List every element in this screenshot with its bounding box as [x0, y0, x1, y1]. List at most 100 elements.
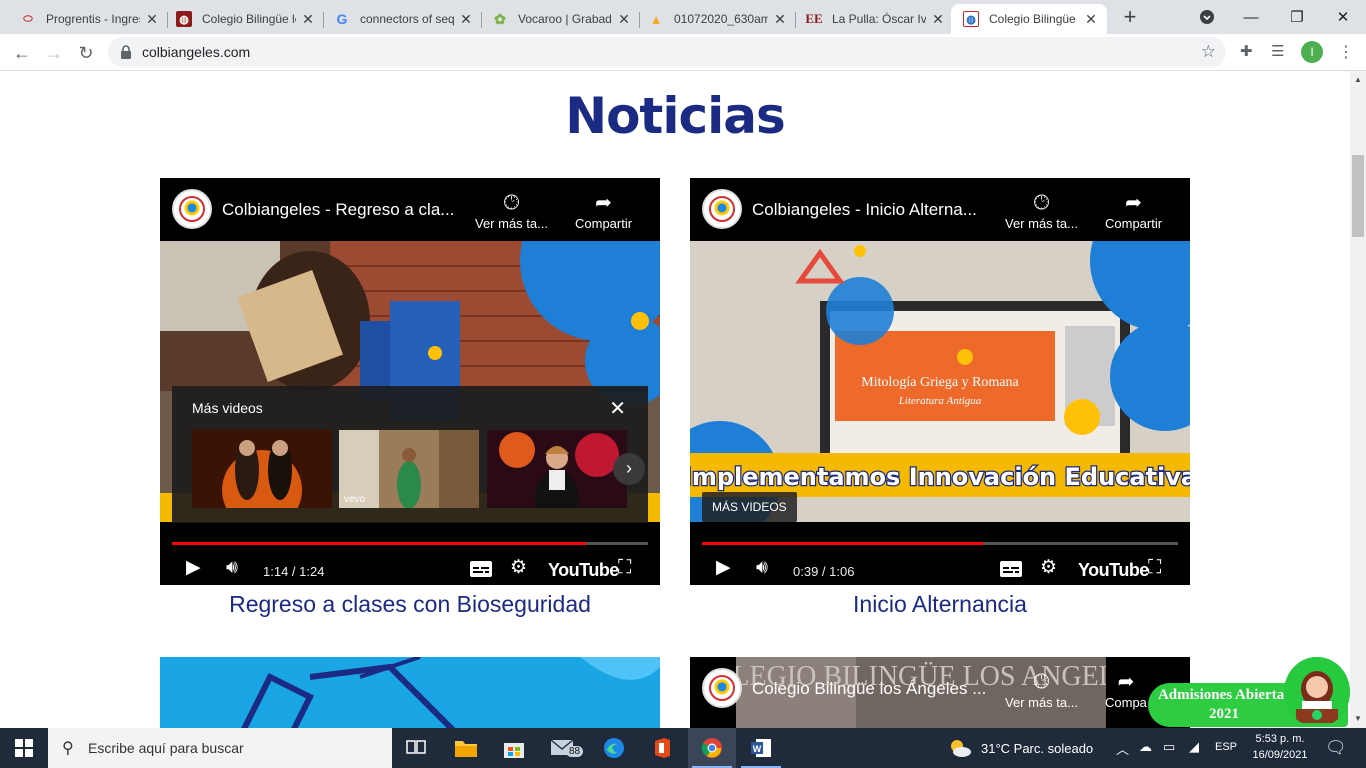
tab-vocaroo[interactable]: ✿ Vocaroo | Grabador ✕: [480, 4, 640, 34]
progress-bar[interactable]: [702, 542, 1178, 545]
tab-progrentis[interactable]: ⬭ Progrentis - Ingreso ✕: [8, 4, 168, 34]
office-icon[interactable]: [638, 728, 686, 768]
menu-dots-icon[interactable]: ⋮: [1338, 42, 1354, 62]
more-videos-button[interactable]: MÁS VIDEOS: [702, 492, 797, 522]
fullscreen-icon[interactable]: ⛶: [1148, 558, 1161, 578]
page-scrollbar[interactable]: ▲ ▼: [1350, 71, 1366, 728]
close-tab-icon[interactable]: ✕: [300, 11, 316, 27]
chevron-right-icon[interactable]: ›: [613, 453, 645, 485]
video-title[interactable]: Colbiangeles - Regreso a cla...: [222, 200, 454, 220]
clock[interactable]: 5:53 p. m. 16/09/2021: [1240, 731, 1320, 763]
tab-google[interactable]: G connectors of sequence ✕: [322, 4, 482, 34]
forward-arrow-icon[interactable]: →: [40, 39, 68, 67]
close-icon[interactable]: ✕: [609, 396, 626, 421]
battery-icon[interactable]: ▭: [1163, 739, 1175, 755]
windows-start-icon[interactable]: [0, 728, 48, 768]
video-title[interactable]: Colegio Bilingüe los Ángeles ...: [752, 679, 986, 699]
media-control-icon[interactable]: ☰: [1271, 42, 1284, 60]
word-icon[interactable]: W: [737, 728, 785, 768]
address-bar[interactable]: colbiangeles.com ☆: [108, 37, 1226, 67]
close-window-button[interactable]: ✕: [1320, 0, 1366, 34]
tab-lapulla[interactable]: EE La Pulla: Óscar Iván ✕: [794, 4, 954, 34]
subtitles-icon[interactable]: [470, 561, 492, 582]
watch-later-button[interactable]: 🕑︎ Ver más ta...: [475, 190, 548, 231]
chevron-up-icon[interactable]: ︿: [1116, 739, 1129, 758]
video-player-2[interactable]: Mitología Griega y Romana Literatura Ant…: [690, 178, 1190, 585]
weather-text[interactable]: 31°C Parc. soleado: [981, 741, 1093, 756]
web-page: Noticias Colbiangeles - Regreso a cla...: [0, 71, 1350, 728]
svg-text:W: W: [753, 744, 762, 754]
play-icon[interactable]: ▶: [186, 558, 201, 578]
progress-bar[interactable]: [172, 542, 648, 545]
fullscreen-icon[interactable]: ⛶: [618, 558, 631, 578]
scroll-down-icon[interactable]: ▼: [1354, 714, 1362, 723]
suggested-video-thumbnail[interactable]: vevo: [339, 430, 479, 508]
close-tab-icon[interactable]: ✕: [772, 11, 788, 27]
mail-icon[interactable]: 88: [540, 728, 588, 768]
reload-icon[interactable]: ↻: [72, 39, 100, 67]
profile-avatar[interactable]: I: [1301, 41, 1323, 63]
volume-icon[interactable]: 🔊︎: [756, 558, 768, 578]
restore-button[interactable]: ❐: [1274, 0, 1320, 34]
share-button[interactable]: ➦ Compa: [1105, 669, 1147, 710]
new-tab-button[interactable]: +: [1119, 6, 1141, 28]
subtitles-icon[interactable]: [1000, 561, 1022, 582]
tab-colegio-1[interactable]: ◍ Colegio Bilingüe los Ángeles ✕: [164, 4, 324, 34]
back-arrow-icon[interactable]: ←: [8, 39, 36, 67]
notifications-icon[interactable]: 🗨︎: [1325, 738, 1347, 758]
task-view-icon[interactable]: [392, 728, 440, 768]
tab-strip: ⬭ Progrentis - Ingreso ✕ ◍ Colegio Bilin…: [0, 0, 1366, 34]
taskbar-search-box[interactable]: ⚲ Escribe aquí para buscar: [48, 728, 392, 768]
channel-avatar[interactable]: [172, 189, 212, 229]
onedrive-cloud-icon[interactable]: ☁: [1139, 739, 1152, 755]
tab-file[interactable]: ▲ 01072020_630am ✕: [636, 4, 796, 34]
minimize-button[interactable]: —: [1228, 0, 1274, 34]
volume-icon[interactable]: 🔊︎: [226, 558, 238, 578]
scrollbar-thumb[interactable]: [1352, 155, 1364, 237]
share-button[interactable]: ➦ Compartir: [1105, 190, 1162, 231]
play-icon[interactable]: ▶: [716, 558, 731, 578]
google-icon: G: [336, 11, 348, 27]
close-tab-icon[interactable]: ✕: [930, 11, 946, 27]
youtube-logo[interactable]: YouTube: [548, 560, 619, 581]
settings-gear-icon[interactable]: ⚙: [510, 558, 527, 578]
language-indicator[interactable]: ESP: [1215, 741, 1237, 753]
edge-icon[interactable]: [590, 728, 638, 768]
youtube-logo[interactable]: YouTube: [1078, 560, 1149, 581]
clock-icon: 🕑︎: [503, 192, 520, 214]
video-caption[interactable]: Inicio Alternancia: [690, 591, 1190, 618]
channel-avatar[interactable]: [702, 668, 742, 708]
suggested-video-thumbnail[interactable]: [192, 430, 332, 508]
more-videos-title: Más videos: [192, 400, 263, 416]
admissions-avatar[interactable]: [1284, 657, 1350, 727]
scroll-up-icon[interactable]: ▲: [1354, 75, 1362, 84]
extensions-puzzle-icon[interactable]: ✚: [1240, 42, 1253, 60]
watch-later-button[interactable]: 🕑︎ Ver más ta...: [1005, 190, 1078, 231]
tab-search-icon[interactable]: [1184, 0, 1230, 34]
close-tab-icon[interactable]: ✕: [144, 11, 160, 27]
channel-avatar[interactable]: [702, 189, 742, 229]
colegio-icon: ◍: [176, 11, 192, 27]
video-title[interactable]: Colbiangeles - Inicio Alterna...: [752, 200, 977, 220]
video-player-1[interactable]: Colbiangeles - Regreso a cla... 🕑︎ Ver m…: [160, 178, 660, 585]
close-tab-icon[interactable]: ✕: [458, 11, 474, 27]
chrome-icon[interactable]: [688, 728, 736, 768]
bookmark-star-icon[interactable]: ☆: [1201, 42, 1216, 62]
video-player-3[interactable]: COLEGIO BILINGÜE LOS ANGELES Colegio Bil…: [690, 657, 1190, 728]
close-tab-icon[interactable]: ✕: [1083, 11, 1099, 27]
video-caption[interactable]: Regreso a clases con Bioseguridad: [160, 591, 660, 618]
weather-icon[interactable]: [948, 737, 972, 764]
close-tab-icon[interactable]: ✕: [616, 11, 632, 27]
tab-colegio-active[interactable]: ◍ Colegio Bilingüe ✕: [951, 4, 1107, 34]
suggested-video-thumbnail[interactable]: [487, 430, 627, 508]
watch-later-button[interactable]: 🕑︎ Ver más ta...: [1005, 669, 1078, 710]
browser-toolbar: ← → ↻ colbiangeles.com ☆ ✚ ☰ I ⋮: [0, 34, 1366, 71]
share-arrow-icon: ➦: [1117, 671, 1135, 693]
news-card-image[interactable]: [160, 657, 660, 728]
file-explorer-icon[interactable]: [442, 728, 490, 768]
share-button[interactable]: ➦ Compartir: [575, 190, 632, 231]
settings-gear-icon[interactable]: ⚙: [1040, 558, 1057, 578]
url-text: colbiangeles.com: [142, 44, 251, 60]
wifi-icon[interactable]: ◢: [1189, 739, 1199, 755]
store-icon[interactable]: [490, 728, 538, 768]
